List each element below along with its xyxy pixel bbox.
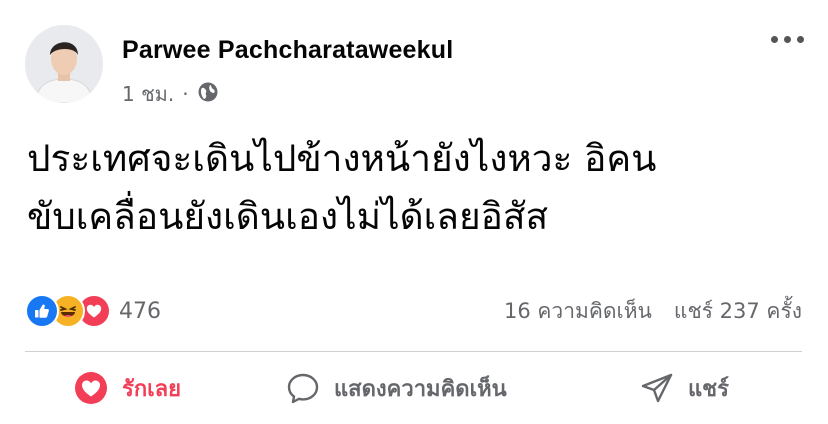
- comment-button-label: แสดงความคิดเห็น: [334, 376, 507, 402]
- like-icon: [25, 294, 59, 328]
- send-icon: [640, 371, 674, 405]
- reactions-summary[interactable]: 476: [25, 294, 161, 328]
- action-bar: รักเลย แสดงความคิดเห็น แชร์: [0, 352, 828, 424]
- love-icon: [74, 371, 108, 405]
- share-button-label: แชร์: [688, 376, 729, 402]
- share-button[interactable]: แชร์: [640, 352, 729, 424]
- facebook-post: Parwee Pachcharataweekul 1 ชม. · ประเทศจ…: [0, 0, 828, 424]
- comments-count[interactable]: 16 ความคิดเห็น: [504, 295, 652, 328]
- author-name[interactable]: Parwee Pachcharataweekul: [122, 36, 453, 65]
- more-options-icon[interactable]: [771, 36, 804, 43]
- separator-dot: ·: [182, 82, 189, 106]
- love-button[interactable]: รักเลย: [74, 352, 181, 424]
- comment-button[interactable]: แสดงความคิดเห็น: [286, 352, 507, 424]
- avatar[interactable]: [25, 25, 103, 103]
- comment-icon: [286, 371, 320, 405]
- globe-icon: [197, 81, 219, 108]
- shares-count[interactable]: แชร์ 237 ครั้ง: [674, 295, 802, 328]
- post-text-line: ประเทศจะเดินไปข้างหน้ายังไงหวะ อิคน: [27, 137, 657, 180]
- post-text: ประเทศจะเดินไปข้างหน้ายังไงหวะ อิคน ขับเ…: [27, 130, 807, 246]
- timestamp[interactable]: 1 ชม.: [122, 78, 174, 110]
- love-button-label: รักเลย: [122, 376, 182, 402]
- post-meta: 1 ชม. ·: [122, 80, 219, 108]
- post-text-line: ขับเคลื่อนยังเดินเองไม่ได้เลยอิสัส: [27, 195, 549, 238]
- engagement-stats: 16 ความคิดเห็น แชร์ 237 ครั้ง: [504, 294, 802, 328]
- reaction-count: 476: [119, 298, 161, 324]
